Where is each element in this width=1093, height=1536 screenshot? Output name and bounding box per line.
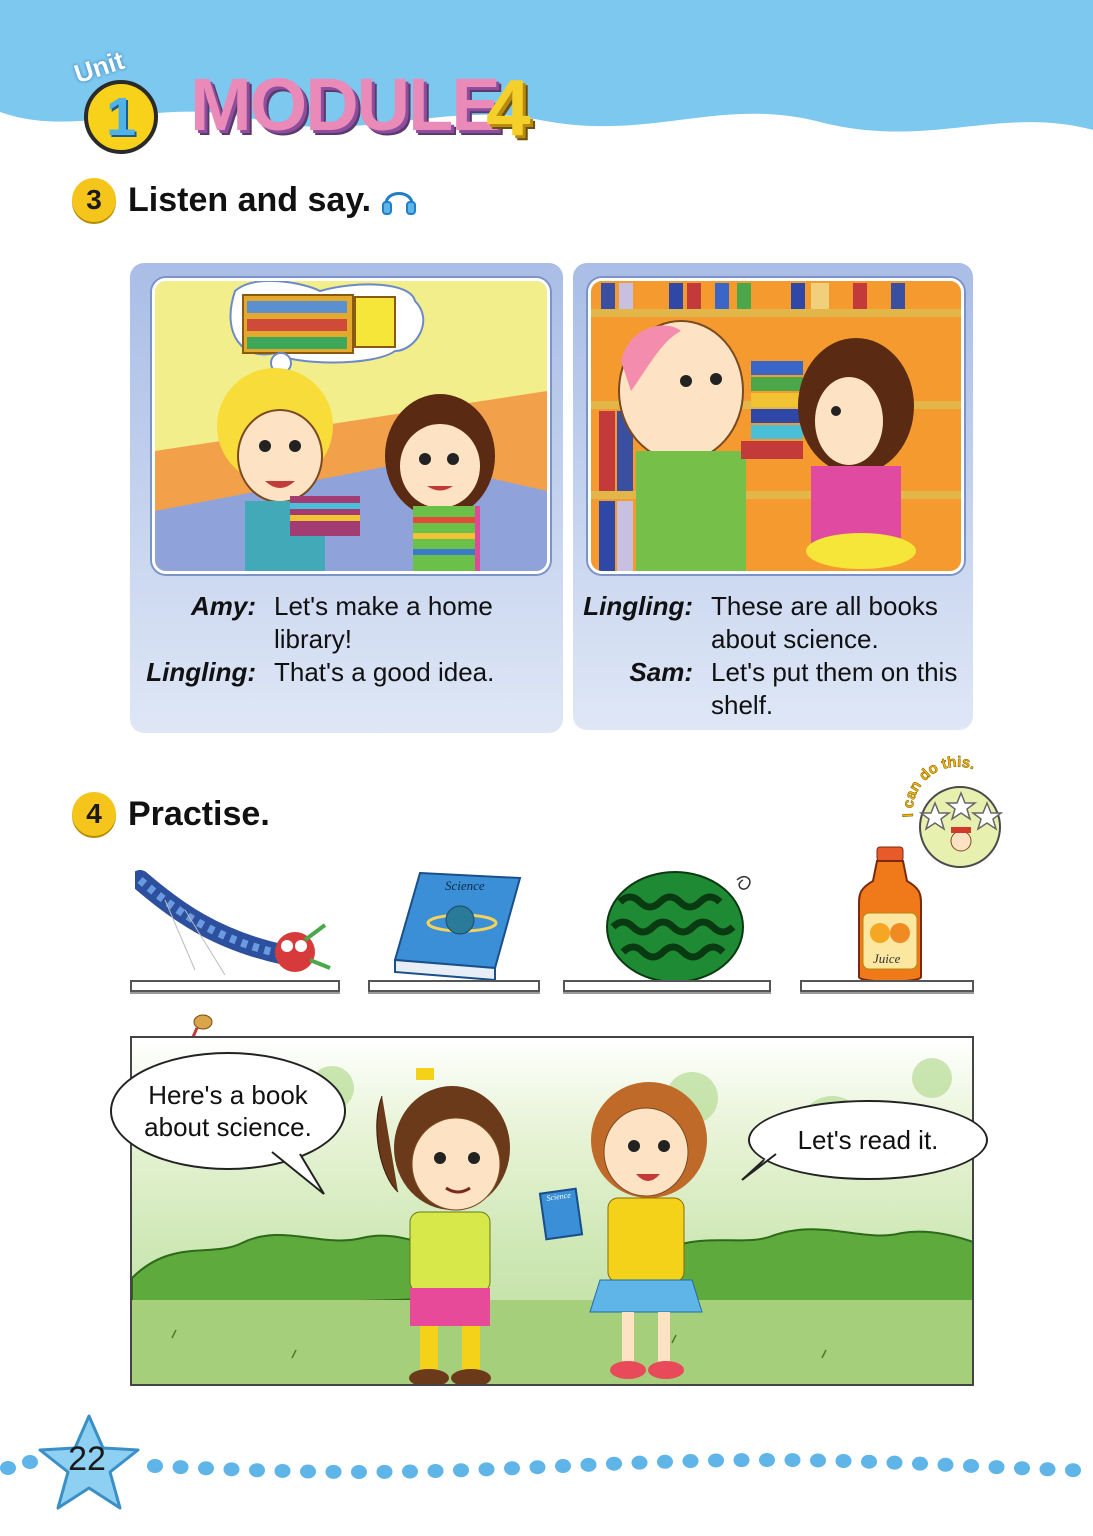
module-number: 4 — [486, 63, 531, 152]
unit-number: 1 — [84, 80, 158, 154]
speaker-lingling: Lingling: — [146, 657, 256, 687]
juice-bottle-icon: Juice — [858, 846, 922, 983]
border-dot — [963, 1458, 979, 1473]
speaker-sam: Sam: — [629, 657, 693, 687]
answer-shelf — [130, 980, 340, 992]
border-dot — [988, 1460, 1005, 1475]
header-wave — [0, 0, 1093, 132]
border-dot — [886, 1455, 903, 1470]
book-cover-label: Science — [445, 878, 485, 893]
speaker-lingling: Lingling: — [583, 591, 693, 621]
held-science-book-icon: Science — [538, 1187, 584, 1241]
section-number-badge: 3 — [72, 178, 116, 222]
dragon-kite-icon — [135, 870, 331, 976]
border-dot — [453, 1463, 469, 1478]
science-book-icon: Science — [393, 871, 522, 982]
bubble-tail — [741, 1153, 777, 1181]
dialog-1: Amy: Let's make a home library! Lingling… — [140, 590, 550, 689]
dialog-text: Let's make a home library! — [274, 591, 493, 654]
bookshelf-dream-icon — [229, 281, 425, 364]
answer-shelf — [368, 980, 540, 992]
speaker-amy: Amy: — [190, 591, 256, 621]
section-4-heading: 4 Practise. — [72, 792, 270, 836]
girl-character — [589, 1082, 707, 1379]
border-dot — [147, 1459, 163, 1473]
border-dot — [223, 1462, 240, 1477]
border-dot — [733, 1453, 750, 1468]
dialog-line: Amy: Let's make a home library! — [140, 590, 550, 656]
answer-shelf — [563, 980, 771, 992]
border-dot — [912, 1456, 928, 1471]
dialog-2: Lingling: These are all books about scie… — [578, 590, 970, 722]
section-3-heading: 3 Listen and say. — [72, 178, 417, 222]
module-title: MODULE — [190, 63, 501, 146]
border-dot — [580, 1457, 597, 1472]
children-with-books-illustration — [155, 281, 547, 571]
bubble-text: Here's a book about science. — [144, 1080, 312, 1142]
border-dot — [1039, 1462, 1056, 1477]
border-dot — [631, 1455, 648, 1470]
held-book-label: Science — [545, 1190, 572, 1203]
border-dot — [198, 1461, 214, 1476]
border-dot — [402, 1464, 418, 1479]
border-dot — [937, 1457, 954, 1472]
border-dot — [351, 1465, 367, 1479]
bottle-label: Juice — [873, 951, 901, 966]
border-dot — [606, 1456, 622, 1471]
border-dot — [1065, 1463, 1081, 1478]
bubble-tail — [271, 1151, 325, 1195]
speech-bubble-right: Let's read it. — [748, 1100, 988, 1180]
border-dot — [427, 1463, 444, 1478]
border-dot — [249, 1463, 265, 1478]
dialog-line: Sam: Let's put them on this shelf. — [578, 656, 970, 722]
section-title: Practise. — [128, 794, 270, 833]
dialog-line: Lingling: That's a good idea. — [140, 656, 550, 689]
border-dot — [682, 1454, 699, 1469]
border-dot — [708, 1453, 724, 1468]
border-dot — [325, 1464, 342, 1479]
border-dot — [784, 1453, 801, 1468]
watermelon-icon — [606, 871, 751, 982]
border-dot — [657, 1454, 673, 1469]
dialog-text: That's a good idea. — [274, 657, 495, 687]
bubble-text: Let's read it. — [797, 1125, 939, 1155]
border-dot — [529, 1460, 546, 1475]
border-dot — [376, 1464, 393, 1479]
border-dot — [0, 1461, 16, 1475]
border-dot — [300, 1464, 316, 1479]
section-title: Listen and say. — [128, 180, 372, 219]
border-dot — [1014, 1461, 1030, 1476]
border-dot — [835, 1453, 852, 1468]
dialog-line: Lingling: These are all books about scie… — [578, 590, 970, 656]
dialog-text: Let's put them on this shelf. — [711, 657, 958, 720]
border-dot — [759, 1453, 775, 1468]
dotted-border — [0, 1453, 1081, 1479]
dialog-text: These are all books about science. — [711, 591, 938, 654]
border-dot — [478, 1462, 495, 1477]
children-at-shelf-illustration — [591, 281, 961, 571]
scene-science-books — [588, 278, 964, 574]
section-number-badge: 4 — [72, 792, 116, 836]
border-dot — [504, 1461, 520, 1476]
lingling-character — [376, 1068, 510, 1384]
headphones-icon[interactable] — [381, 184, 417, 216]
border-dot — [861, 1454, 877, 1469]
border-dot — [274, 1463, 291, 1478]
border-dot — [172, 1460, 189, 1475]
border-dot — [810, 1453, 826, 1468]
border-dot — [22, 1455, 38, 1469]
scene-home-library — [152, 278, 550, 574]
border-dot — [555, 1459, 571, 1474]
answer-shelf — [800, 980, 974, 992]
